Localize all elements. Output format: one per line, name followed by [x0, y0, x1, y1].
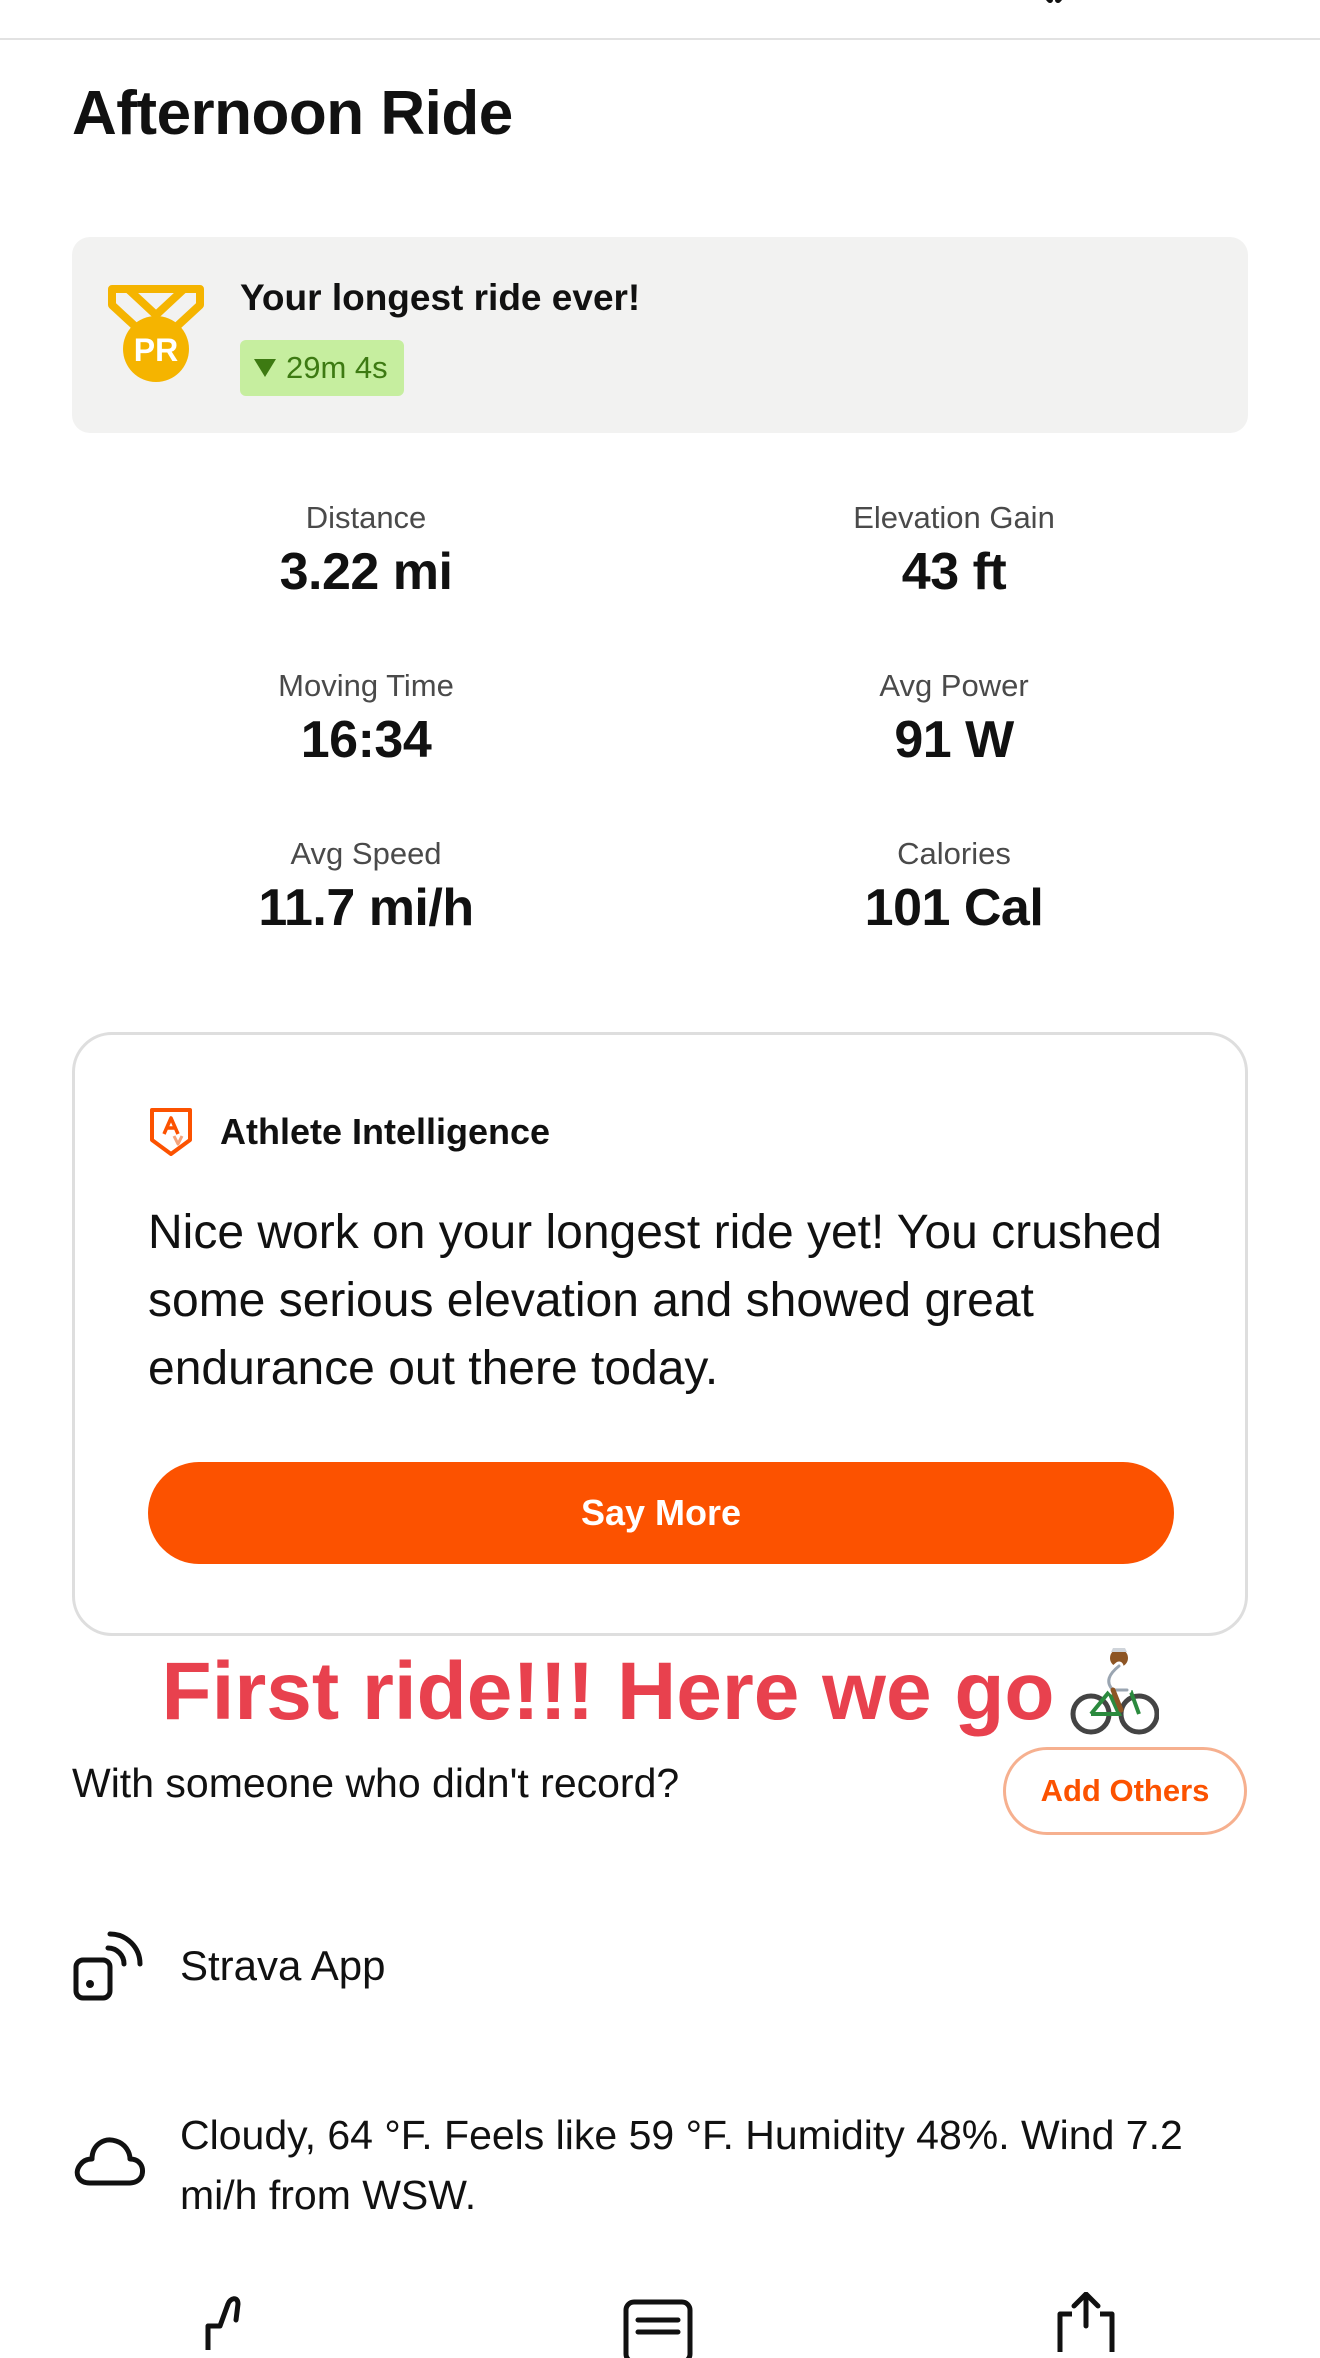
stat-calories: Calories 101 Cal	[660, 836, 1248, 938]
stat-label: Avg Speed	[290, 836, 442, 871]
strava-ai-icon	[150, 1108, 192, 1156]
stat-label: Avg Power	[879, 668, 1029, 703]
time-badge: 29m 4s	[240, 340, 404, 396]
stat-moving-time: Moving Time 16:34	[72, 668, 660, 770]
like-icon[interactable]	[198, 2290, 274, 2350]
cyclist-icon	[1070, 1648, 1159, 1735]
time-badge-label: 29m 4s	[286, 350, 388, 385]
pr-medal-icon: PR	[108, 285, 204, 382]
add-others-button[interactable]: Add Others	[1003, 1747, 1247, 1835]
stat-elevation-gain: Elevation Gain 43 ft	[660, 500, 1248, 602]
page-title: Afternoon Ride	[72, 79, 513, 148]
device-name: Strava App	[180, 1942, 386, 1989]
phone-signal-icon	[73, 1931, 143, 2001]
ai-summary: Nice work on your longest ride yet! You …	[148, 1206, 1162, 1395]
share-icon[interactable]	[1048, 2292, 1124, 2352]
activity-description: First ride!!! Here we go	[0, 1645, 1320, 1739]
stat-value: 43 ft	[901, 543, 1007, 601]
stat-value: 16:34	[300, 711, 432, 769]
stat-label: Moving Time	[278, 668, 454, 703]
achievement-title: Your longest ride ever!	[240, 277, 641, 318]
stat-avg-speed: Avg Speed 11.7 mi/h	[72, 836, 660, 938]
achievement-card[interactable]: PR Your longest ride ever! 29m 4s	[72, 237, 1248, 433]
cloud-icon	[74, 2137, 145, 2186]
close-icon[interactable]	[1024, 0, 1084, 12]
stat-label: Calories	[897, 836, 1011, 871]
device-row: Strava App	[72, 1930, 385, 2002]
stat-value: 91 W	[894, 711, 1014, 769]
stat-value: 3.22 mi	[279, 543, 453, 601]
down-triangle-icon	[254, 359, 276, 377]
top-bar	[0, 0, 1320, 40]
svg-text:PR: PR	[134, 332, 178, 368]
stat-value: 101 Cal	[864, 879, 1044, 937]
stat-value: 11.7 mi/h	[258, 879, 474, 937]
weather-text: Cloudy, 64 °F. Feels like 59 °F. Humidit…	[180, 2112, 1183, 2218]
athlete-intelligence-card: Athlete Intelligence Nice work on your l…	[72, 1032, 1248, 1636]
stat-label: Elevation Gain	[853, 500, 1055, 535]
ai-heading: Athlete Intelligence	[220, 1111, 551, 1152]
comment-icon[interactable]	[620, 2298, 696, 2358]
stat-distance: Distance 3.22 mi	[72, 500, 660, 602]
stat-label: Distance	[305, 500, 427, 535]
description-text: First ride!!! Here we go	[161, 1646, 1055, 1737]
say-more-button[interactable]: Say More	[148, 1462, 1174, 1564]
with-others-prompt: With someone who didn't record?	[72, 1760, 680, 1806]
stat-avg-power: Avg Power 91 W	[660, 668, 1248, 770]
